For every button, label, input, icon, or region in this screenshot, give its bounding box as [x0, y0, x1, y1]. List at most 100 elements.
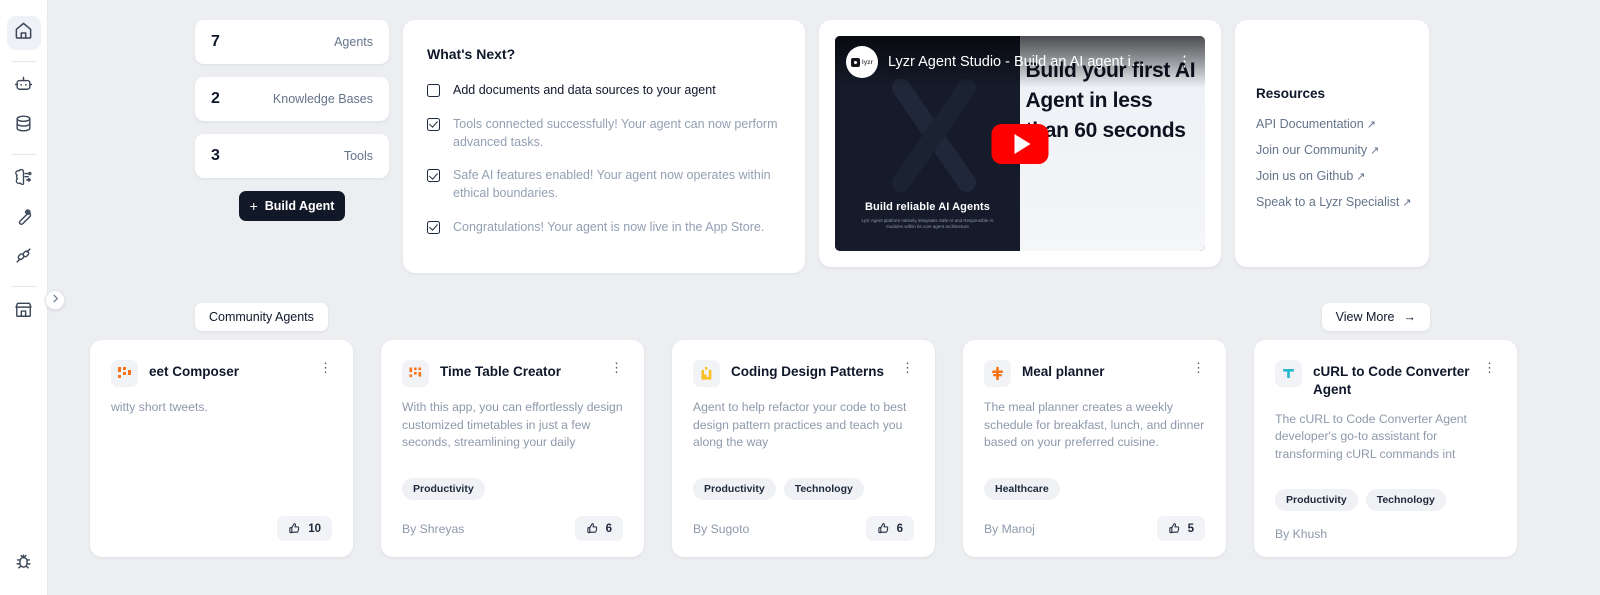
whats-next-title: What's Next?: [427, 46, 516, 62]
view-more-label: View More: [1335, 310, 1395, 324]
agent-card-menu-icon[interactable]: ⋮: [1483, 360, 1496, 374]
agent-card-footer: 10: [111, 516, 332, 541]
stats-column: 7 Agents 2 Knowledge Bases 3 Tools + Bui…: [195, 20, 389, 221]
sidebar-divider-2: [10, 154, 37, 155]
stat-label: Agents: [334, 35, 373, 49]
community-header-row: Community Agents View More →: [195, 303, 1600, 331]
brain-icon: [14, 168, 33, 192]
agent-card-tags: Productivity Technology: [1275, 489, 1496, 511]
resource-link-label: Speak to a Lyzr Specialist: [1256, 195, 1400, 209]
thumbs-up-icon: [586, 523, 597, 534]
agent-card[interactable]: eet Composer ⋮ witty short tweets. 10: [90, 340, 353, 557]
agent-tag[interactable]: Technology: [783, 478, 864, 500]
agent-like-button[interactable]: 10: [277, 516, 332, 541]
agent-card-menu-icon[interactable]: ⋮: [610, 360, 623, 374]
checkbox-checked-icon[interactable]: [427, 117, 440, 131]
sidebar-item-knowledge-base[interactable]: [7, 109, 41, 143]
agent-like-button[interactable]: 6: [574, 516, 623, 541]
sidebar-item-debug[interactable]: [7, 547, 41, 581]
sidebar-item-tools[interactable]: [7, 202, 41, 236]
expand-sidebar-button[interactable]: [45, 290, 65, 310]
agent-like-button[interactable]: 5: [1156, 516, 1205, 541]
agent-card-title: Time Table Creator: [440, 364, 562, 379]
whats-next-item-label: Add documents and data sources to your a…: [453, 83, 716, 97]
channel-avatar[interactable]: lyzr: [846, 46, 878, 78]
agent-card-header: Coding Design Patterns ⋮: [693, 360, 914, 387]
video-title[interactable]: Lyzr Agent Studio - Build an AI agent i…: [888, 54, 1164, 70]
app-root: 7 Agents 2 Knowledge Bases 3 Tools + Bui…: [0, 0, 1600, 595]
whats-next-item[interactable]: Add documents and data sources to your a…: [427, 82, 781, 100]
checkbox-checked-icon[interactable]: [427, 169, 440, 183]
resource-link-github[interactable]: Join us on Github ↗: [1256, 169, 1429, 183]
meal-planner-icon: [992, 367, 1003, 380]
sidebar-divider-1: [10, 61, 37, 62]
checkbox-checked-icon[interactable]: [427, 220, 440, 234]
resource-link-api-documentation[interactable]: API Documentation ↗: [1256, 117, 1429, 131]
stat-card-tools[interactable]: 3 Tools: [195, 134, 389, 178]
checkbox-unchecked-icon[interactable]: [427, 84, 440, 97]
agent-like-button[interactable]: 6: [865, 516, 914, 541]
stat-card-knowledge-bases[interactable]: 2 Knowledge Bases: [195, 77, 389, 121]
resource-link-specialist[interactable]: Speak to a Lyzr Specialist ↗: [1256, 195, 1429, 209]
external-link-icon: ↗: [1366, 119, 1376, 131]
channel-name-label: lyzr: [861, 58, 874, 66]
view-more-button[interactable]: View More →: [1321, 303, 1430, 331]
agent-card[interactable]: cURL to Code Converter Agent ⋮ The cURL …: [1254, 340, 1517, 557]
sidebar-item-app-store[interactable]: [7, 295, 41, 329]
agent-like-count: 10: [308, 522, 321, 535]
agent-card-footer: By Sugoto 6: [693, 516, 914, 541]
agent-card[interactable]: Time Table Creator ⋮ With this app, you …: [381, 340, 644, 557]
agent-card[interactable]: Coding Design Patterns ⋮ Agent to help r…: [672, 340, 935, 557]
stat-label: Tools: [343, 149, 373, 163]
agent-card-description: With this app, you can effortlessly desi…: [402, 400, 623, 453]
chevron-right-icon: [50, 291, 61, 309]
agent-card[interactable]: Meal planner ⋮ The meal planner creates …: [963, 340, 1226, 557]
thumbnail-caption: Build reliable AI Agents Lyzr Agent plat…: [835, 201, 1020, 232]
agent-card-menu-icon[interactable]: ⋮: [319, 360, 332, 374]
agent-card-author: By Sugoto: [693, 521, 750, 536]
agent-card-header: Meal planner ⋮: [984, 360, 1205, 387]
sidebar-item-home[interactable]: [6, 16, 41, 50]
resources-title: Resources: [1256, 86, 1326, 101]
whats-next-item-label: Safe AI features enabled! Your agent now…: [453, 168, 771, 200]
sidebar-item-agents[interactable]: [7, 70, 41, 104]
agent-tag[interactable]: Healthcare: [984, 478, 1060, 500]
sidebar-item-safe-ai[interactable]: [7, 163, 41, 197]
agent-tag[interactable]: Productivity: [402, 478, 485, 500]
whats-next-item[interactable]: Congratulations! Your agent is now live …: [427, 219, 781, 237]
thumbnail-caption-subtitle: Lyzr Agent platform natively integrates …: [861, 217, 994, 230]
agent-icon: [111, 360, 138, 387]
youtube-play-button[interactable]: [991, 123, 1049, 164]
home-icon: [14, 21, 33, 45]
agent-card-author: By Shreyas: [402, 521, 465, 536]
sidebar-item-integrations[interactable]: [7, 241, 41, 275]
thumbs-up-icon: [1168, 523, 1179, 534]
bug-icon: [14, 552, 33, 576]
wrench-icon: [14, 207, 33, 231]
agent-tag[interactable]: Technology: [1365, 489, 1446, 511]
agent-tag[interactable]: Productivity: [693, 478, 776, 500]
stat-count: 2: [211, 90, 220, 107]
resource-link-community[interactable]: Join our Community ↗: [1256, 143, 1429, 157]
video-thumbnail[interactable]: Build reliable AI Agents Lyzr Agent plat…: [835, 36, 1205, 251]
build-agent-button[interactable]: + Build Agent: [239, 191, 345, 221]
agent-card-menu-icon[interactable]: ⋮: [901, 360, 914, 374]
agent-card-tags: Healthcare: [984, 478, 1205, 500]
stat-label: Knowledge Bases: [272, 92, 373, 106]
store-icon: [14, 300, 33, 324]
stat-count: 3: [211, 147, 220, 164]
whats-next-item[interactable]: Safe AI features enabled! Your agent now…: [427, 167, 781, 203]
agent-tag[interactable]: Productivity: [1275, 489, 1358, 511]
tab-community-agents[interactable]: Community Agents: [195, 303, 328, 331]
plug-icon: [14, 246, 33, 270]
stat-card-agents[interactable]: 7 Agents: [195, 20, 389, 64]
agent-card-author: By Manoj: [984, 521, 1035, 536]
agent-icon: [402, 360, 429, 387]
agent-like-count: 5: [1187, 522, 1194, 535]
curl-to-code-converter-icon: [1283, 369, 1294, 378]
whats-next-item[interactable]: Tools connected successfully! Your agent…: [427, 116, 781, 152]
lyzr-x-mark-icon: [892, 79, 977, 192]
agent-card-menu-icon[interactable]: ⋮: [1192, 360, 1205, 374]
agent-icon: [1275, 360, 1302, 387]
community-agents-carousel[interactable]: eet Composer ⋮ witty short tweets. 10 Ti…: [90, 340, 1600, 587]
